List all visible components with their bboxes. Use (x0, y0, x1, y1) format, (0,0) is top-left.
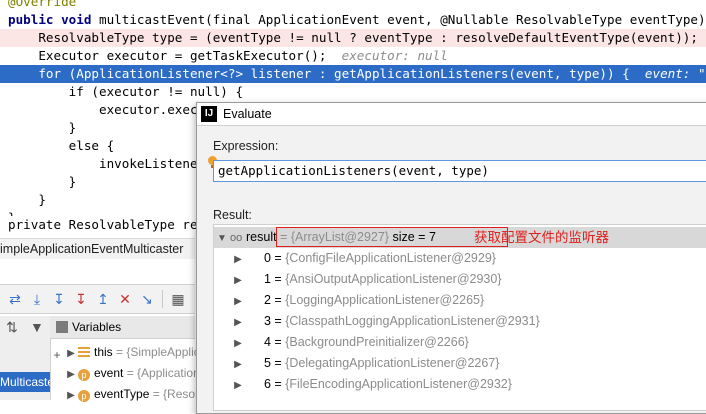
result-label: Result: (213, 208, 252, 222)
inline-hint: event: "org.spri (644, 66, 706, 81)
breadcrumb[interactable]: impleApplicationEventMulticaster (0, 238, 195, 259)
sort-icon[interactable]: ⇅ (6, 319, 18, 336)
expand-arrow-icon[interactable]: ▶ (64, 365, 78, 383)
code-text: } (8, 192, 46, 207)
variables-title: Variables (72, 320, 122, 334)
expression-input[interactable]: getApplicationListeners(event, type) (213, 160, 706, 182)
variable-name: this (94, 345, 113, 359)
field-icon (78, 347, 90, 357)
code-text: private ResolvableType resolveDefaultEve… (8, 217, 198, 232)
code-line-1: @Override (0, 0, 706, 11)
item-value: {LoggingApplicationListener@2265} (285, 293, 485, 307)
step-out-icon[interactable]: ↥ (92, 288, 114, 310)
expand-arrow-icon[interactable]: ▶ (230, 354, 246, 375)
code-text: } (8, 120, 77, 135)
variables-panel: ⇅ ▼ Multicaster Variables + ▶ this = {Sim… (0, 316, 209, 402)
variables-icon (56, 321, 68, 333)
evaluate-table-icon[interactable]: ▦ (167, 288, 189, 310)
list-item[interactable]: ▶ 5 = {DelegatingApplicationListener@2267… (214, 353, 706, 374)
code-line-2: public void multicastEvent(final Applica… (0, 11, 706, 29)
item-value: {ClasspathLoggingApplicationListener@293… (285, 314, 540, 328)
parameter-icon: p (78, 369, 90, 381)
code-text: if (executor != null) { (8, 84, 244, 99)
result-tree[interactable]: ▼ oo result = {ArrayList@2927} size = 7 获取… (213, 224, 706, 411)
code-line-private: private ResolvableType resolveDefaultEve… (0, 216, 198, 234)
toolbar-separator (162, 290, 163, 308)
item-value: {ConfigFileApplicationListener@2929} (285, 251, 496, 265)
variable-name: event (94, 366, 124, 380)
inline-hint: type: " (698, 30, 706, 45)
expand-arrow-icon[interactable]: ▶ (230, 291, 246, 312)
step-into-icon[interactable]: ↧ (48, 288, 70, 310)
inline-hint: executor: null (326, 48, 448, 63)
code-line-4: Executor executor = getTaskExecutor(); e… (0, 47, 706, 65)
expand-arrow-icon[interactable]: ▶ (230, 375, 246, 396)
list-item[interactable]: ▶ 1 = {AnsiOutputApplicationListener@2930… (214, 269, 706, 290)
dialog-title: Evaluate (223, 107, 272, 121)
variable-name: eventType (94, 387, 150, 401)
show-execution-point-icon[interactable]: ⇄ (4, 288, 26, 310)
code-line-current: for (ApplicationListener<?> listener : g… (0, 65, 706, 83)
code-line-6: if (executor != null) { (0, 83, 706, 101)
method-signature: multicastEvent(final ApplicationEvent ev… (99, 12, 706, 27)
selected-frame[interactable]: Multicaster (0, 372, 50, 392)
chinese-annotation: 获取配置文件的监听器 (474, 230, 609, 245)
collapse-arrow-icon[interactable]: ▼ (214, 228, 230, 249)
variable-row[interactable]: ▶peventType = {ResolvableType@2347} (64, 384, 209, 404)
result-root-row[interactable]: ▼ oo result = {ArrayList@2927} size = 7 获取… (214, 227, 706, 248)
variables-header: Variables (50, 316, 195, 339)
list-item[interactable]: ▶ 2 = {LoggingApplicationListener@2265} (214, 290, 706, 311)
frames-controls: ⇅ ▼ (0, 316, 50, 338)
expand-arrow-icon[interactable]: ▶ (230, 270, 246, 291)
item-value: {BackgroundPreinitializer@2266} (285, 335, 469, 349)
evaluate-dialog: IJ Evaluate Expression: getApplicationLi… (196, 102, 706, 414)
item-index: 2 (264, 293, 271, 307)
item-value: {FileEncodingApplicationListener@2932} (285, 377, 512, 391)
expand-arrow-icon[interactable]: ▶ (230, 249, 246, 270)
code-text: for (ApplicationListener<?> listener : g… (8, 66, 630, 81)
run-to-cursor-icon[interactable]: ↘ (136, 288, 158, 310)
method-modifiers: public void (8, 12, 99, 27)
item-value: {DelegatingApplicationListener@2267} (285, 356, 500, 370)
list-item[interactable]: ▶ 4 = {BackgroundPreinitializer@2266} (214, 332, 706, 353)
annotation-text: @Override (8, 0, 77, 9)
item-index: 0 (264, 251, 271, 265)
dialog-titlebar[interactable]: IJ Evaluate (197, 103, 706, 126)
expression-label: Expression: (213, 139, 279, 153)
list-item[interactable]: ▶ 6 = {FileEncodingApplicationListener@29… (214, 374, 706, 395)
debugger-toolbar: ⇄ ⤓ ↧ ↧ ↥ ✕ ↘ ▦ (0, 284, 195, 314)
item-index: 6 (264, 377, 271, 391)
code-text: Executor executor = getTaskExecutor(); (8, 48, 327, 63)
code-text: ResolvableType type = (eventType != null… (8, 30, 698, 45)
code-line-3: ResolvableType type = (eventType != null… (0, 29, 706, 47)
result-value: = {ArrayList@2927} (276, 230, 389, 244)
variable-row[interactable]: ▶pevent = {ApplicationStartingEvent@2346… (64, 363, 209, 383)
item-index: 1 (264, 272, 271, 286)
item-index: 5 (264, 356, 271, 370)
variable-value: = {SimpleApplicationEventMulticaster@234… (116, 345, 209, 359)
code-text: else { (8, 138, 115, 153)
step-over-icon[interactable]: ⤓ (26, 288, 48, 310)
result-name: result (246, 230, 277, 244)
intellij-logo-icon: IJ (201, 106, 217, 122)
parameter-icon: p (78, 390, 90, 402)
item-value: {AnsiOutputApplicationListener@2930} (285, 272, 502, 286)
item-index: 3 (264, 314, 271, 328)
force-step-into-icon[interactable]: ↧ (70, 288, 92, 310)
expand-arrow-icon[interactable]: ▶ (64, 386, 78, 404)
drop-frame-icon[interactable]: ✕ (114, 288, 136, 310)
item-index: 4 (264, 335, 271, 349)
add-watch-icon[interactable]: + (50, 344, 64, 366)
code-text: } (8, 174, 77, 189)
list-item[interactable]: ▶ 0 = {ConfigFileApplicationListener@2929… (214, 248, 706, 269)
expand-arrow-icon[interactable]: ▶ (230, 312, 246, 333)
expand-arrow-icon[interactable]: ▶ (64, 344, 78, 362)
filter-icon[interactable]: ▼ (30, 319, 44, 335)
expand-arrow-icon[interactable]: ▶ (230, 333, 246, 354)
result-size: size = 7 (389, 230, 436, 244)
variable-row[interactable]: ▶ this = {SimpleApplicationEventMulticast… (64, 342, 209, 362)
watch-glasses-icon: oo (230, 232, 243, 244)
list-item[interactable]: ▶ 3 = {ClasspathLoggingApplicationListene… (214, 311, 706, 332)
